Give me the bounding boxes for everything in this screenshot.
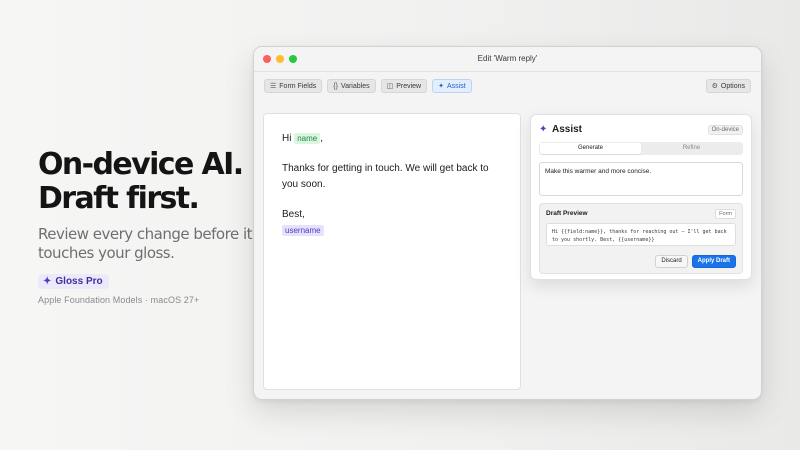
hero-title-line2: Draft first. [38, 181, 200, 216]
variables-button[interactable]: {} Variables [327, 79, 376, 93]
username-variable-token[interactable]: username [282, 225, 324, 236]
preview-icon: ◫ [386, 83, 394, 90]
hero-title-line1: On-device AI. [38, 147, 244, 182]
form-fields-label: Form Fields [279, 82, 317, 90]
assist-button[interactable]: ✦ Assist [432, 79, 472, 93]
draft-preview-header: Draft Preview Form [546, 209, 736, 219]
tab-generate[interactable]: Generate [540, 143, 641, 154]
form-badge: Form [715, 209, 736, 219]
assist-prompt-input[interactable]: Make this warmer and more concise. [539, 162, 743, 196]
title-bar: Edit 'Warm reply' [254, 47, 761, 72]
options-button[interactable]: ⚙ Options [705, 79, 751, 93]
assist-mode-tabs: Generate Refine [539, 142, 743, 155]
preview-label: Preview [396, 82, 422, 90]
assist-header: ✦ Assist On-device [539, 123, 743, 137]
editor-username-line: username [282, 223, 502, 239]
draft-actions: Discard Apply Draft [655, 255, 736, 268]
sparkle-icon: ✦ [43, 276, 52, 287]
sparkle-icon: ✦ [539, 124, 548, 135]
app-window: Edit 'Warm reply' ☰ Form Fields {} Varia… [253, 46, 762, 400]
toolbar: ☰ Form Fields {} Variables ◫ Preview ✦ A… [254, 72, 761, 99]
editor-greeting-line: Hi name, [282, 131, 502, 147]
gloss-pro-badge: ✦ Gloss Pro [38, 274, 109, 289]
draft-preview-title: Draft Preview [546, 210, 588, 217]
hero-subtitle: Review every change before it touches yo… [38, 225, 253, 262]
hero-section: On-device AI. Draft first. Review every … [38, 148, 253, 305]
list-icon: ☰ [270, 83, 277, 90]
window-title: Edit 'Warm reply' [477, 54, 538, 63]
editor-signoff: Best, [282, 209, 305, 220]
gear-icon: ⚙ [711, 83, 718, 90]
discard-button[interactable]: Discard [655, 255, 688, 268]
form-fields-button[interactable]: ☰ Form Fields [264, 79, 323, 93]
variables-label: Variables [340, 82, 370, 90]
on-device-badge: On-device [707, 125, 743, 135]
assist-panel: ✦ Assist On-device Generate Refine Make … [530, 114, 752, 280]
options-label: Options [720, 82, 745, 90]
apply-draft-button[interactable]: Apply Draft [691, 255, 736, 268]
gloss-pro-label: Gloss Pro [55, 276, 103, 287]
name-field-token[interactable]: name [294, 133, 321, 144]
draft-preview-text: Hi {{field:name}}, thanks for reaching o… [546, 223, 736, 246]
greeting-text: Hi [282, 133, 292, 144]
sparkle-icon: ✦ [438, 83, 444, 90]
braces-icon: {} [333, 82, 338, 90]
tab-refine[interactable]: Refine [641, 143, 742, 154]
greeting-comma: , [320, 133, 324, 144]
draft-preview-card: Draft Preview Form Hi {{field:name}}, th… [539, 203, 743, 274]
assist-label: Assist [447, 82, 466, 90]
hero-title: On-device AI. Draft first. [38, 148, 253, 216]
preview-button[interactable]: ◫ Preview [380, 79, 428, 93]
assist-title: Assist [552, 124, 583, 135]
hero-footnote: Apple Foundation Models · macOS 27+ [38, 295, 200, 305]
text-editor[interactable]: Hi name, Thanks for getting in touch. We… [263, 113, 521, 390]
editor-body-text: Thanks for getting in touch. We will get… [282, 163, 489, 190]
